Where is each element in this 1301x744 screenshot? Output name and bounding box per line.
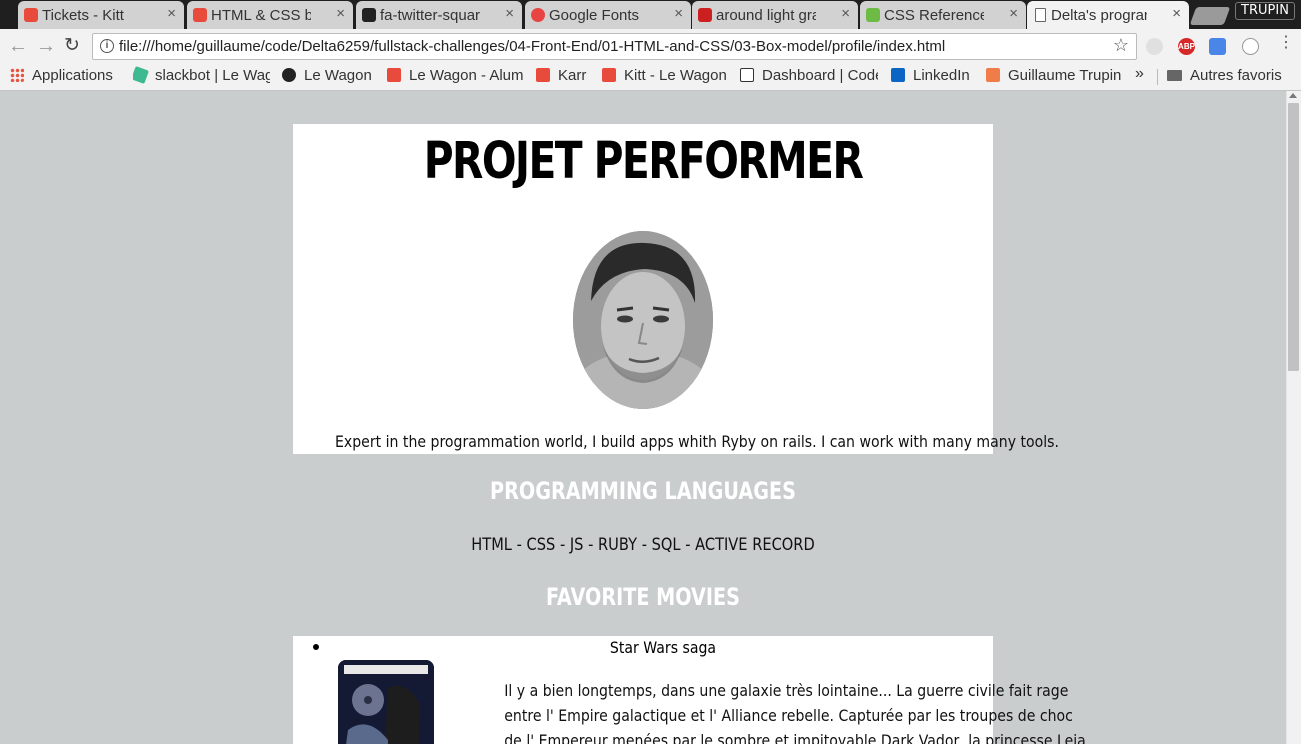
bookmark-le-wagon-github[interactable]: Le Wagon [282, 66, 377, 86]
bookmark-label: Le Wagon - Alumni [409, 67, 523, 84]
close-icon[interactable]: × [1172, 5, 1181, 22]
other-bookmarks-folder[interactable]: Autres favoris [1167, 66, 1291, 86]
bookmarks-bar: Applications slackbot | Le Wagon Le Wago… [0, 64, 1301, 91]
bookmark-guillaume-trupin[interactable]: Guillaume Trupin [986, 66, 1122, 86]
tab-around-light-gray[interactable]: around light gray × [692, 1, 858, 29]
bookmarks-divider [1157, 69, 1158, 85]
document-icon [1035, 8, 1046, 22]
tab-label: CSS Reference [884, 6, 984, 24]
info-icon[interactable]: i [100, 39, 114, 53]
apps-grid-icon [10, 68, 24, 82]
lewagon-icon [536, 68, 550, 82]
profile-card: PROJET PERFORMER Expert in the programma… [293, 124, 1059, 454]
tab-html-css[interactable]: HTML & CSS basics × [187, 1, 353, 29]
page-viewport: PROJET PERFORMER Expert in the programma… [0, 91, 1286, 744]
tab-label: fa-twitter-square [380, 6, 480, 24]
movie-description: Il y a bien longtemps, dans une galaxie … [438, 678, 1086, 744]
extension-icon[interactable] [1146, 38, 1163, 55]
bookmark-slackbot[interactable]: slackbot | Le Wagon [133, 66, 270, 86]
close-icon[interactable]: × [1009, 5, 1018, 22]
reload-button[interactable]: ↻ [64, 34, 80, 57]
tab-strip: Tickets - Kitt × HTML & CSS basics × fa-… [0, 0, 1301, 29]
tab-label: Google Fonts [549, 6, 640, 24]
lewagon-icon [24, 8, 38, 22]
extension-circle-icon[interactable] [1242, 38, 1259, 55]
bookmark-kitt[interactable]: Kitt - Le Wagon [602, 66, 730, 86]
google-fonts-icon [531, 8, 545, 22]
tab-tickets[interactable]: Tickets - Kitt × [18, 1, 184, 29]
tab-label: Tickets - Kitt [42, 6, 124, 24]
bookmark-label: Dashboard | Codecademy [762, 67, 878, 84]
tab-label: HTML & CSS basics [211, 6, 311, 24]
codecademy-icon [740, 68, 754, 82]
bookmark-label: Autres favoris [1190, 67, 1282, 84]
tab-google-fonts[interactable]: Google Fonts × [525, 1, 691, 29]
more-bookmarks-button[interactable]: » [1135, 65, 1144, 83]
bookmark-label: Karr [558, 67, 587, 84]
close-icon[interactable]: × [841, 5, 850, 22]
description-line: entre l' Empire galactique et l' Allianc… [504, 706, 1073, 725]
bookmark-le-wagon-alumni[interactable]: Le Wagon - Alumni [387, 66, 523, 86]
bookmark-label: slackbot | Le Wagon [155, 67, 270, 84]
url-text[interactable]: file:///home/guillaume/code/Delta6259/fu… [119, 38, 945, 55]
avatar [573, 231, 713, 409]
tab-label: around light gray [716, 6, 816, 24]
slack-icon [133, 66, 149, 84]
bookmark-applications[interactable]: Applications [10, 66, 125, 86]
adblock-icon[interactable]: ABP [1178, 38, 1195, 55]
browser-toolbar: ← → ↻ i file:///home/guillaume/code/Delt… [0, 29, 1301, 64]
translate-icon[interactable] [1209, 38, 1226, 55]
bookmark-label: LinkedIn [913, 67, 970, 84]
page-title: PROJET PERFORMER [423, 132, 864, 191]
lewagon-icon [602, 68, 616, 82]
bullet-icon [313, 644, 319, 650]
bookmark-karr[interactable]: Karr [536, 66, 592, 86]
address-bar[interactable]: i file:///home/guillaume/code/Delta6259/… [92, 33, 1137, 60]
folder-icon [1167, 70, 1182, 81]
back-button[interactable]: ← [8, 35, 28, 58]
description-line: de l' Empereur menées par le sombre et i… [504, 731, 1086, 744]
menu-icon[interactable]: ⋮ [1278, 35, 1294, 51]
bookmark-label: Applications [32, 67, 113, 84]
bookmark-label: Guillaume Trupin [1008, 67, 1122, 84]
css-reference-icon [866, 8, 880, 22]
scrollbar-thumb[interactable] [1288, 103, 1299, 371]
tab-css-reference[interactable]: CSS Reference × [860, 1, 1026, 29]
bookmark-label: Kitt - Le Wagon [624, 67, 727, 84]
close-icon[interactable]: × [167, 5, 176, 22]
forward-button[interactable]: → [36, 35, 56, 58]
linkedin-icon [891, 68, 905, 82]
github-icon [282, 68, 296, 82]
bookmark-codecademy[interactable]: Dashboard | Codecademy [740, 66, 878, 86]
movies-list: Star Wars saga Il y a bien longtemps, da… [293, 636, 1086, 744]
bookmark-linkedin[interactable]: LinkedIn [891, 66, 976, 86]
section-title-movies: FAVORITE MOVIES [546, 583, 740, 611]
close-icon[interactable]: × [674, 5, 683, 22]
profile-button[interactable]: TRUPIN [1235, 2, 1295, 20]
flag-icon [362, 8, 376, 22]
star-icon[interactable]: ☆ [1113, 35, 1129, 56]
lewagon-icon [387, 68, 401, 82]
tab-fa-twitter[interactable]: fa-twitter-square × [356, 1, 522, 29]
new-tab-button[interactable] [1189, 7, 1231, 25]
languages-list: HTML - CSS - JS - RUBY - SQL - ACTIVE RE… [471, 535, 815, 555]
tab-deltas-programming[interactable]: Delta's programming × [1027, 1, 1189, 29]
movie-poster [338, 660, 434, 744]
bookmark-label: Le Wagon [304, 67, 372, 84]
lewagon-icon [193, 8, 207, 22]
bio-text: Expert in the programmation world, I bui… [335, 432, 1059, 451]
tab-label: Delta's programming [1051, 6, 1147, 24]
section-title-programming: PROGRAMMING LANGUAGES [490, 477, 796, 505]
profile-icon [986, 68, 1000, 82]
movie-title: Star Wars saga [609, 638, 717, 657]
close-icon[interactable]: × [336, 5, 345, 22]
close-icon[interactable]: × [505, 5, 514, 22]
description-line: Il y a bien longtemps, dans une galaxie … [504, 681, 1069, 700]
scroll-up-icon[interactable] [1289, 93, 1297, 98]
adobe-icon [698, 8, 712, 22]
